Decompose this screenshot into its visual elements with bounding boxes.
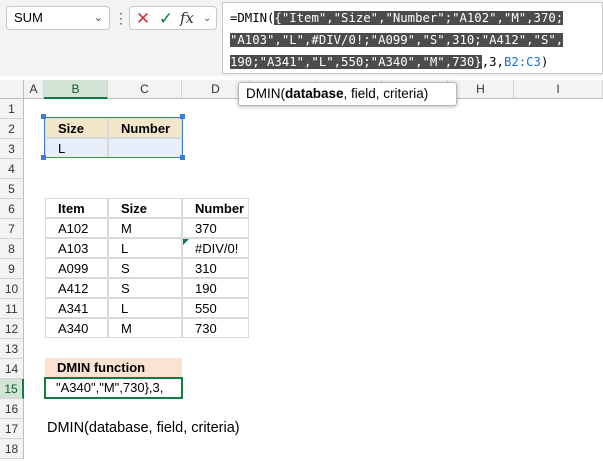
column-header-b[interactable]: B — [44, 80, 108, 99]
table-cell[interactable]: 310 — [182, 258, 249, 278]
more-options-icon[interactable]: ⋮ — [114, 8, 128, 28]
chevron-down-icon[interactable]: ⌄ — [94, 7, 103, 29]
row-header-13[interactable]: 13 — [0, 339, 24, 359]
row-header-12[interactable]: 12 — [0, 319, 24, 339]
column-header-i[interactable]: I — [514, 80, 603, 99]
row-header-18[interactable]: 18 — [0, 439, 24, 459]
column-header-h[interactable]: H — [448, 80, 514, 99]
error-indicator-icon[interactable] — [183, 239, 189, 245]
chevron-down-icon[interactable]: ⌄ — [203, 10, 215, 28]
column-header-a[interactable]: A — [24, 80, 44, 99]
formula-line-2: "A103","L",#DIV/0!;"A099","S",310;"A412"… — [230, 33, 564, 47]
row-header-14[interactable]: 14 — [0, 359, 24, 379]
formula-line-3: 190;"A341","L",550;"A340","M",730},3,B2:… — [230, 55, 549, 69]
function-tooltip[interactable]: DMIN(database, field, criteria) — [238, 82, 457, 106]
row-header-7[interactable]: 7 — [0, 219, 24, 239]
active-cell-b15[interactable]: "A340","M",730},3, — [44, 377, 183, 399]
range-handle[interactable] — [41, 155, 46, 160]
row-header-17[interactable]: 17 — [0, 419, 24, 439]
range-handle[interactable] — [41, 114, 46, 119]
enter-icon[interactable]: ✓ — [157, 10, 175, 28]
row-header-6[interactable]: 6 — [0, 199, 24, 219]
fx-icon[interactable]: fx — [180, 9, 200, 27]
select-all-corner[interactable] — [0, 80, 24, 99]
name-box[interactable]: SUM ⌄ — [6, 6, 110, 30]
row-header-10[interactable]: 10 — [0, 279, 24, 299]
table-cell[interactable]: A341 — [45, 298, 108, 318]
row-header-15[interactable]: 15 — [0, 379, 24, 399]
table-cell[interactable]: M — [108, 218, 182, 238]
table-cell[interactable]: 190 — [182, 278, 249, 298]
row-header-5[interactable]: 5 — [0, 179, 24, 199]
table-cell[interactable]: A099 — [45, 258, 108, 278]
row-header-4[interactable]: 4 — [0, 159, 24, 179]
table-cell[interactable]: L — [108, 238, 182, 258]
row-header-9[interactable]: 9 — [0, 259, 24, 279]
syntax-note: DMIN(database, field, criteria) — [47, 420, 240, 436]
cancel-icon[interactable]: ✕ — [134, 10, 152, 28]
table-cell[interactable]: 550 — [182, 298, 249, 318]
row-header-1[interactable]: 1 — [0, 99, 24, 119]
formula-line-1: =DMIN({"Item","Size","Number";"A102","M"… — [230, 11, 564, 25]
name-box-value: SUM — [14, 10, 43, 25]
row-header-8[interactable]: 8 — [0, 239, 24, 259]
dmin-function-header[interactable]: DMIN function — [45, 358, 182, 378]
table-cell[interactable]: A340 — [45, 318, 108, 338]
table-cell[interactable]: A412 — [45, 278, 108, 298]
table-cell[interactable]: L — [108, 298, 182, 318]
table-header[interactable]: Number — [182, 198, 249, 218]
row-header-3[interactable]: 3 — [0, 139, 24, 159]
table-cell[interactable]: #DIV/0! — [182, 238, 249, 258]
formula-bar-area: SUM ⌄ ⋮ ✕ ✓ fx ⌄ =DMIN({"Item","Size","N… — [0, 0, 603, 76]
criteria-range-highlight — [44, 117, 183, 158]
row-header-16[interactable]: 16 — [0, 399, 24, 419]
column-header-c[interactable]: C — [108, 80, 182, 99]
table-cell[interactable]: S — [108, 278, 182, 298]
table-header[interactable]: Size — [108, 198, 182, 218]
range-handle[interactable] — [180, 155, 185, 160]
row-header-2[interactable]: 2 — [0, 119, 24, 139]
table-cell[interactable]: 370 — [182, 218, 249, 238]
table-cell[interactable]: A102 — [45, 218, 108, 238]
formula-input[interactable]: =DMIN({"Item","Size","Number";"A102","M"… — [222, 2, 603, 74]
table-header[interactable]: Item — [45, 198, 108, 218]
table-cell[interactable]: 730 — [182, 318, 249, 338]
table-cell[interactable]: M — [108, 318, 182, 338]
range-handle[interactable] — [180, 114, 185, 119]
formula-controls: ✕ ✓ fx ⌄ — [129, 6, 217, 30]
row-header-11[interactable]: 11 — [0, 299, 24, 319]
table-cell[interactable]: A103 — [45, 238, 108, 258]
table-cell[interactable]: S — [108, 258, 182, 278]
